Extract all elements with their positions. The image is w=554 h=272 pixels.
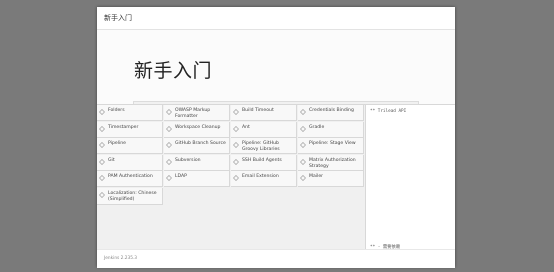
plugin-item[interactable]: Pipeline: GitHub Groovy Libraries: [231, 138, 297, 154]
plugin-item[interactable]: Mailer: [298, 171, 364, 187]
plugin-name: Matrix Authorization Strategy: [309, 157, 356, 169]
status-icon: [233, 175, 239, 181]
version-label: Jenkins 2.235.3: [104, 256, 138, 261]
plugin-name: GitHub Branch Source: [175, 141, 226, 146]
status-icon: [166, 142, 172, 148]
plugin-item[interactable]: Build Timeout: [231, 105, 297, 121]
plugin-name: Pipeline: Stage View: [309, 141, 356, 146]
status-icon: [300, 125, 306, 132]
dialog-footer: Jenkins 2.235.3: [97, 249, 455, 268]
status-icon: [166, 125, 172, 132]
plugin-item[interactable]: Matrix Authorization Strategy: [298, 154, 364, 171]
plugin-item[interactable]: OWASP Markup Formatter: [164, 105, 230, 121]
plugin-list-area: Folders OWASP Markup Formatter Build Timeo…: [97, 104, 365, 250]
plugin-item[interactable]: Pipeline: Stage View: [298, 138, 364, 154]
status-icon: [99, 125, 105, 132]
plugin-item[interactable]: Subversion: [164, 154, 230, 171]
status-icon: [233, 125, 239, 132]
dialog-header: 新手入门: [97, 7, 455, 30]
status-icon: [99, 175, 105, 181]
plugin-item[interactable]: SSH Build Agents: [231, 154, 297, 171]
plugin-name: Gradle: [309, 124, 325, 130]
plugin-name: PAM Authentication: [108, 174, 153, 179]
plugin-name: Timestamper: [108, 124, 139, 130]
status-icon: [300, 175, 306, 181]
status-icon: [99, 191, 105, 198]
plugin-item[interactable]: LDAP: [164, 171, 230, 187]
plugin-name: Localization: Chinese (Simplified): [108, 190, 157, 202]
status-icon: [99, 142, 105, 148]
plugin-name: OWASP Markup Formatter: [175, 108, 211, 120]
status-icon: [233, 158, 239, 165]
plugin-name: Pipeline: GitHub Groovy Libraries: [242, 141, 280, 153]
plugin-item[interactable]: Timestamper: [97, 121, 163, 138]
plugin-item[interactable]: Gradle: [298, 121, 364, 138]
plugin-name: Credentials Binding: [309, 108, 354, 113]
plugin-item[interactable]: PAM Authentication: [97, 171, 163, 187]
status-icon: [300, 109, 306, 115]
status-icon: [166, 175, 172, 181]
status-icon: [300, 158, 306, 165]
plugin-name: Build Timeout: [242, 108, 274, 113]
status-icon: [300, 142, 306, 148]
status-icon: [166, 158, 172, 165]
plugin-name: Mailer: [309, 174, 324, 179]
hero-section: 新手入门: [97, 30, 455, 106]
plugin-item[interactable]: Pipeline: [97, 138, 163, 154]
dialog-title: 新手入门: [104, 14, 132, 22]
status-icon: [233, 142, 239, 148]
plugin-name: Subversion: [175, 157, 201, 163]
plugin-name: Workspace Cleanup: [175, 124, 221, 130]
hero-title: 新手入门: [134, 60, 213, 82]
status-icon: [166, 109, 172, 115]
status-icon: [99, 109, 105, 115]
log-line: ** Trilead API: [370, 109, 407, 114]
plugin-item[interactable]: Email Extension: [231, 171, 297, 187]
plugin-item[interactable]: Folders: [97, 105, 163, 121]
install-log-pane: ** Trilead API ** - 需要依赖: [365, 104, 455, 250]
status-icon: [233, 109, 239, 115]
plugin-item[interactable]: Ant: [231, 121, 297, 138]
plugin-name: SSH Build Agents: [242, 157, 282, 163]
plugin-item[interactable]: Localization: Chinese (Simplified): [97, 187, 163, 205]
plugin-name: Git: [108, 157, 115, 163]
plugin-item[interactable]: Workspace Cleanup: [164, 121, 230, 138]
plugin-name: Pipeline: [108, 141, 126, 146]
plugin-item[interactable]: Git: [97, 154, 163, 171]
setup-wizard-dialog: 新手入门 新手入门 Folders OWASP Markup Formatter B…: [97, 7, 455, 268]
plugin-item[interactable]: GitHub Branch Source: [164, 138, 230, 154]
plugin-item[interactable]: Credentials Binding: [298, 105, 364, 121]
plugin-name: LDAP: [175, 174, 187, 179]
plugin-name: Folders: [108, 108, 125, 113]
plugin-name: Email Extension: [242, 174, 279, 179]
status-icon: [99, 158, 105, 165]
plugin-name: Ant: [242, 124, 250, 130]
